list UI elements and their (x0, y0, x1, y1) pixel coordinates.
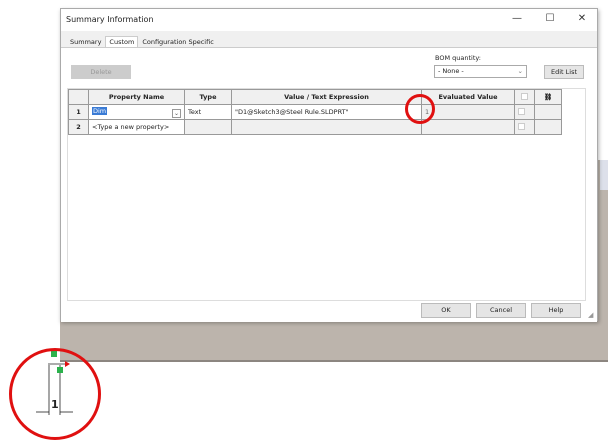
checkbox[interactable] (521, 92, 528, 100)
dialog-title: Summary Information (66, 15, 154, 24)
maximize-icon[interactable]: ☐ (542, 13, 558, 27)
checkbox[interactable] (518, 122, 525, 130)
header-evaluated-value: Evaluated Value (421, 89, 515, 105)
properties-table: Property Name Type Value / Text Expressi… (68, 89, 562, 135)
ok-button[interactable]: OK (421, 303, 471, 318)
type-cell[interactable]: Text (184, 104, 232, 120)
link-cell (534, 119, 562, 135)
link-cell (534, 104, 562, 120)
table-row[interactable]: 2 <Type a new property> (68, 119, 562, 135)
value-cell[interactable]: "D1@Sketch3@Steel Rule.SLDPRT" (231, 104, 422, 120)
property-name-input[interactable]: Dim (92, 106, 108, 115)
evaluated-value-cell: 1 (421, 104, 515, 120)
highlight-circle (405, 94, 435, 124)
row-num: 1 (68, 104, 89, 120)
row-num: 2 (68, 119, 89, 135)
help-button[interactable]: Help (531, 303, 581, 318)
close-icon[interactable]: ✕ (574, 13, 590, 27)
checkbox-cell[interactable] (514, 104, 535, 120)
tab-configuration-specific[interactable]: Configuration Specific (138, 36, 217, 47)
tab-bar: Summary Custom Configuration Specific (66, 36, 218, 47)
highlight-circle (9, 348, 101, 440)
value-cell[interactable] (231, 119, 422, 135)
edit-list-button[interactable]: Edit List (544, 65, 584, 79)
resize-grip-icon[interactable]: ◢ (588, 311, 593, 319)
cancel-button[interactable]: Cancel (476, 303, 526, 318)
tab-custom[interactable]: Custom (105, 36, 139, 47)
property-name-cell[interactable]: <Type a new property> (88, 119, 185, 135)
checkbox[interactable] (518, 107, 525, 115)
header-property-name: Property Name (88, 89, 185, 105)
bom-quantity-label: BOM quantity: (435, 54, 481, 62)
bom-quantity-select[interactable]: - None - ⌄ (434, 65, 527, 78)
chevron-down-icon: ⌄ (517, 67, 523, 75)
summary-information-dialog: Summary Information — ☐ ✕ Summary Custom… (60, 8, 598, 322)
tab-summary[interactable]: Summary (66, 36, 105, 47)
bom-quantity-value: - None - (438, 67, 464, 75)
checkbox-cell[interactable] (514, 119, 535, 135)
header-checkbox[interactable] (514, 89, 535, 105)
chevron-down-icon[interactable]: ⌄ (172, 108, 181, 118)
delete-button[interactable]: Delete (71, 65, 131, 79)
scrollbar[interactable] (600, 160, 608, 190)
header-row-num (68, 89, 89, 105)
link-icon: ⛓ (534, 89, 562, 105)
evaluated-value-cell (421, 119, 515, 135)
properties-table-area: Property Name Type Value / Text Expressi… (67, 88, 586, 301)
header-value: Value / Text Expression (231, 89, 422, 105)
property-name-cell[interactable]: Dim ⌄ (88, 104, 185, 120)
header-type: Type (184, 89, 232, 105)
table-row[interactable]: 1 Dim ⌄ Text "D1@Sketch3@Steel Rule.SLDPR… (68, 104, 562, 120)
type-cell[interactable] (184, 119, 232, 135)
table-header: Property Name Type Value / Text Expressi… (68, 89, 562, 105)
title-bar: Summary Information — ☐ ✕ (61, 9, 597, 31)
minimize-icon[interactable]: — (509, 13, 525, 27)
